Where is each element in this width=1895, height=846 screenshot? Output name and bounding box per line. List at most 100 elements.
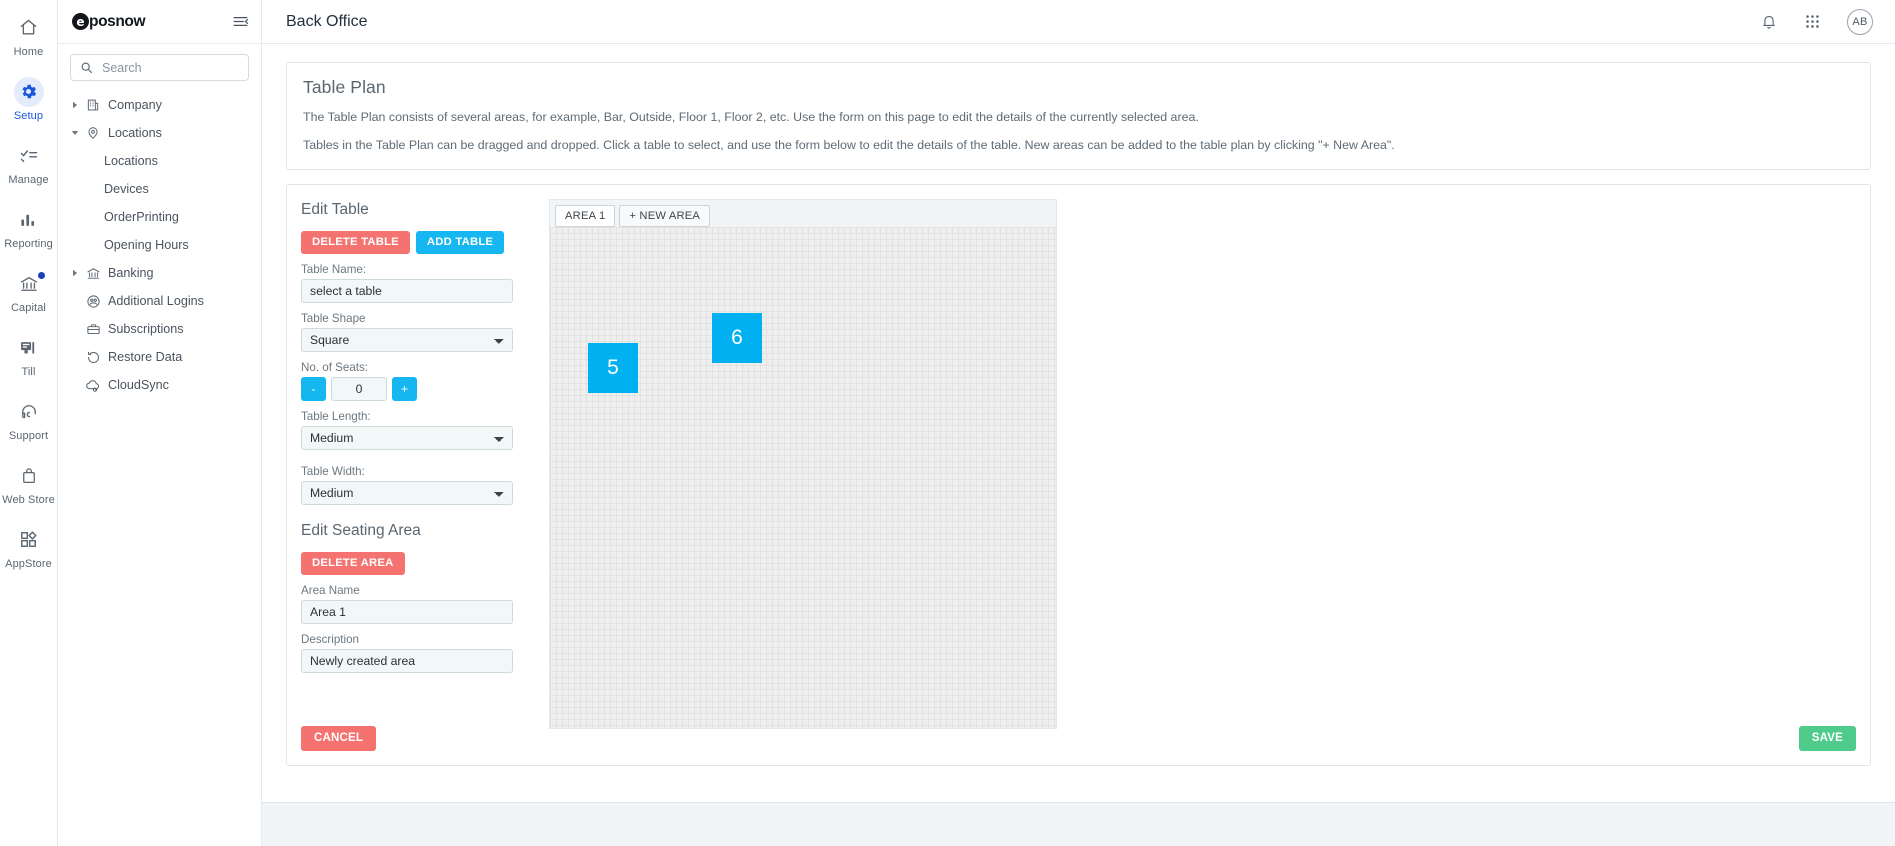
checklist-icon: [14, 141, 44, 171]
table-name-input[interactable]: [301, 278, 513, 303]
sidebar-item-devices[interactable]: Devices: [58, 175, 261, 203]
sidebar-search-wrap: [58, 44, 265, 87]
rail-label: Till: [21, 365, 36, 378]
secondary-sidebar: e posnow Compa: [58, 0, 265, 846]
seats-increment-button[interactable]: +: [392, 376, 417, 401]
gear-icon: [13, 76, 44, 107]
rail-item-home[interactable]: Home: [0, 4, 58, 66]
chevron-right-icon[interactable]: [68, 269, 82, 277]
location-pin-icon: [82, 126, 104, 140]
rail-item-manage[interactable]: Manage: [0, 132, 58, 194]
table-shape-select[interactable]: Square: [301, 327, 513, 352]
rail-item-support[interactable]: Support: [0, 388, 58, 450]
search-box[interactable]: [70, 54, 265, 81]
sidebar-item-opening-hours[interactable]: Opening Hours: [58, 231, 261, 259]
info-paragraph-1: The Table Plan consists of several areas…: [303, 110, 1199, 124]
info-paragraph-2: Tables in the Table Plan can be dragged …: [303, 137, 1395, 152]
seats-value-input[interactable]: [331, 376, 387, 401]
home-icon: [14, 13, 44, 43]
users-icon: [82, 294, 104, 309]
restore-icon: [82, 350, 104, 365]
tab-area-1[interactable]: AREA 1: [555, 204, 616, 227]
rail-label: Web Store: [2, 493, 55, 506]
sidebar-item-banking[interactable]: Banking: [58, 259, 261, 287]
table-action-buttons: DELETE TABLE ADD TABLE: [301, 230, 513, 254]
apps-grid-icon: [14, 525, 44, 555]
table-tile[interactable]: 5: [588, 342, 638, 393]
table-tile[interactable]: 6: [712, 312, 762, 363]
briefcase-icon: [82, 322, 104, 337]
shopping-bag-icon: [14, 461, 44, 491]
sidebar-item-company[interactable]: Company: [58, 91, 261, 119]
page-content: Table Plan The Table Plan consists of se…: [262, 44, 1895, 802]
delete-area-button[interactable]: DELETE AREA: [301, 551, 405, 575]
table-plan-editor-card: Edit Table DELETE TABLE ADD TABLE Table …: [286, 183, 1871, 766]
search-input[interactable]: [100, 59, 265, 76]
new-area-button[interactable]: + NEW AREA: [619, 204, 711, 227]
collapse-menu-icon[interactable]: [232, 13, 249, 30]
seats-label: No. of Seats:: [301, 360, 369, 374]
primary-icon-rail: Home Setup Manage Reporting Capital Till…: [0, 0, 58, 846]
area-name-input[interactable]: [301, 599, 513, 624]
rail-item-appstore[interactable]: AppStore: [0, 516, 58, 578]
rail-item-web-store[interactable]: Web Store: [0, 452, 58, 514]
rail-item-setup[interactable]: Setup: [0, 68, 58, 130]
table-length-select[interactable]: Medium: [301, 425, 513, 450]
logo-text: posnow: [89, 12, 146, 30]
rail-label: Setup: [13, 109, 44, 122]
chevron-down-icon[interactable]: [68, 129, 82, 137]
rail-label: Support: [8, 429, 49, 442]
edit-forms-column: Edit Table DELETE TABLE ADD TABLE Table …: [301, 199, 513, 765]
main-region: Back Office AB Table Plan The Table Plan…: [262, 0, 1895, 846]
bar-chart-icon: [14, 205, 44, 235]
sidebar-tree: Company Locations Locations Devices Orde…: [58, 87, 261, 399]
search-icon: [80, 61, 93, 74]
editor-footer-buttons: CANCEL SAVE: [301, 725, 1856, 751]
sidebar-item-label: CloudSync: [108, 378, 169, 392]
table-shape-label: Table Shape: [301, 311, 366, 325]
seats-stepper: - +: [301, 376, 513, 401]
table-width-select[interactable]: Medium: [301, 480, 513, 505]
chevron-right-icon[interactable]: [68, 101, 82, 109]
sidebar-item-additional-logins[interactable]: Additional Logins: [58, 287, 261, 315]
avatar[interactable]: AB: [1847, 8, 1873, 35]
sidebar-item-locations-group[interactable]: Locations: [58, 119, 261, 147]
save-button[interactable]: SAVE: [1798, 725, 1856, 751]
sidebar-item-locations[interactable]: Locations: [58, 147, 261, 175]
add-table-button[interactable]: ADD TABLE: [415, 230, 505, 254]
rail-item-capital[interactable]: Capital: [0, 260, 58, 322]
rail-item-reporting[interactable]: Reporting: [0, 196, 58, 258]
rail-label: Capital: [11, 301, 46, 314]
cloud-sync-icon: [82, 377, 104, 393]
table-length-label: Table Length:: [301, 409, 371, 423]
rail-item-till[interactable]: Till: [0, 324, 58, 386]
seats-decrement-button[interactable]: -: [301, 376, 326, 401]
bank-icon: [82, 266, 104, 281]
company-building-icon: [82, 98, 104, 112]
table-name-label: Table Name:: [301, 262, 367, 276]
sidebar-item-label: Restore Data: [108, 350, 183, 364]
rail-label: Reporting: [4, 237, 53, 250]
table-plan-info-card: Table Plan The Table Plan consists of se…: [286, 62, 1871, 170]
table-width-label: Table Width:: [301, 464, 365, 478]
sidebar-item-restore-data[interactable]: Restore Data: [58, 343, 261, 371]
till-monitor-icon: [14, 333, 44, 363]
sidebar-item-label: Company: [108, 98, 162, 112]
sidebar-item-cloudsync[interactable]: CloudSync: [58, 371, 261, 399]
area-description-input[interactable]: [301, 648, 513, 673]
apps-grid-icon[interactable]: [1804, 13, 1821, 30]
headset-icon: [14, 397, 44, 427]
sidebar-item-label: Locations: [104, 154, 158, 168]
eposnow-logo[interactable]: e posnow: [72, 12, 146, 31]
page-title: Table Plan: [303, 77, 386, 97]
rail-label: Home: [13, 45, 44, 58]
bell-icon[interactable]: [1760, 13, 1778, 31]
sidebar-item-subscriptions[interactable]: Subscriptions: [58, 315, 261, 343]
sidebar-item-orderprinting[interactable]: OrderPrinting: [58, 203, 261, 231]
table-plan-canvas[interactable]: 56: [549, 226, 1057, 729]
delete-table-button[interactable]: DELETE TABLE: [301, 230, 410, 254]
edit-seating-area-heading: Edit Seating Area: [301, 521, 421, 539]
cancel-button[interactable]: CANCEL: [301, 725, 377, 751]
area-description-label: Description: [301, 632, 359, 646]
